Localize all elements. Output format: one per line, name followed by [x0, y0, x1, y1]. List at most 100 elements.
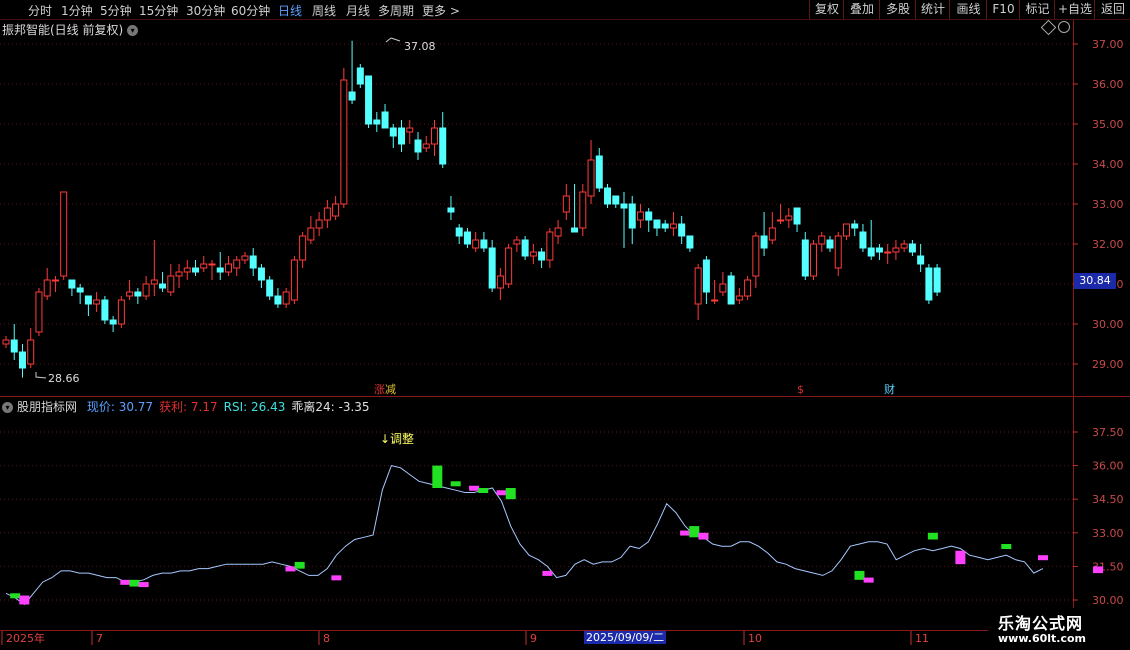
indicator-field-1: 获利: 7.17	[159, 400, 218, 414]
candle-body	[315, 219, 323, 229]
candle-body	[439, 127, 447, 165]
candle-body	[348, 91, 356, 101]
candle-body	[480, 239, 488, 249]
candle-body	[406, 127, 414, 133]
candle-body	[777, 219, 785, 222]
candle-body	[447, 207, 455, 213]
indicator-marker	[955, 550, 966, 565]
candle-body	[373, 119, 381, 125]
candle-body	[818, 235, 826, 245]
candlestick-chart[interactable]: 37.0036.0035.0034.0033.0032.0031.0030.00…	[0, 0, 1130, 650]
indicator-marker	[294, 561, 305, 569]
candle-body	[678, 223, 686, 237]
candle-body	[134, 291, 142, 297]
event-marker: $	[797, 383, 804, 396]
candle-body	[571, 227, 579, 233]
x-axis-label: 11	[915, 632, 929, 645]
y-tick-label: 32.00	[1092, 238, 1124, 251]
y-tick-label: 34.00	[1092, 158, 1124, 171]
candle-body	[834, 235, 842, 269]
indicator-field-3: 乖离24: -3.35	[291, 400, 370, 414]
candle-body	[266, 279, 274, 297]
candle-body	[694, 267, 702, 305]
candle-body	[892, 247, 900, 253]
indicator-marker	[496, 490, 507, 496]
indicator-marker	[927, 532, 938, 540]
event-marker: 财	[884, 382, 895, 396]
candle-body	[653, 219, 661, 229]
candle-body	[620, 203, 628, 209]
candle-body	[884, 251, 892, 254]
indicator-field-0: 现价: 30.77	[86, 400, 154, 414]
indicator-name: 股朋指标网	[17, 400, 78, 414]
candle-body	[35, 291, 43, 333]
candle-body	[719, 283, 727, 293]
indicator-y-label: 33.00	[1092, 527, 1124, 540]
indicator-marker	[469, 485, 480, 491]
candle-body	[356, 67, 364, 85]
candle-body	[159, 283, 167, 289]
crosshair-date: 2025/09/09/二	[584, 631, 667, 644]
candle-body	[2, 339, 10, 345]
current-price-tag: 30.84	[1074, 273, 1116, 289]
candle-body	[290, 259, 298, 301]
indicator-marker	[331, 575, 342, 581]
chevron-down-icon[interactable]: ▾	[2, 402, 13, 413]
candle-body	[43, 279, 51, 297]
candle-body	[908, 243, 916, 253]
candle-body	[859, 231, 867, 249]
candle-body	[661, 223, 669, 229]
indicator-marker	[1038, 555, 1048, 561]
candle-body	[68, 279, 76, 289]
candle-body	[496, 275, 504, 289]
candle-body	[27, 339, 35, 365]
candle-body	[645, 211, 653, 221]
y-tick-label: 36.00	[1092, 78, 1124, 91]
indicator-marker	[854, 570, 865, 580]
candle-body	[455, 227, 463, 237]
x-axis-label: 10	[748, 632, 762, 645]
candle-body	[768, 227, 776, 241]
indicator-y-label: 36.00	[1092, 460, 1124, 473]
indicator-line	[5, 465, 1044, 606]
candle-body	[216, 267, 224, 273]
candle-body	[381, 111, 389, 129]
indicator-field-2: RSI: 26.43	[223, 400, 286, 414]
candle-body	[826, 239, 834, 249]
indicator-marker	[1093, 566, 1104, 574]
indicator-marker	[450, 481, 461, 487]
candle-body	[875, 247, 883, 253]
low-price-label: 28.66	[48, 372, 80, 385]
indicator-marker	[432, 465, 443, 488]
candle-body	[933, 267, 941, 293]
candle-body	[538, 251, 546, 261]
candle-body	[117, 299, 125, 325]
candle-body	[711, 299, 719, 302]
candle-body	[167, 275, 175, 293]
indicator-marker	[698, 532, 709, 540]
indicator-y-label: 30.00	[1092, 594, 1124, 607]
candle-body	[612, 195, 620, 205]
x-axis-label: 9	[530, 632, 537, 645]
candle-body	[142, 283, 150, 297]
indicator-marker	[505, 488, 516, 500]
candle-body	[307, 227, 315, 241]
y-tick-label: 33.00	[1092, 198, 1124, 211]
candle-body	[60, 191, 68, 277]
candle-body	[735, 295, 743, 301]
candle-body	[917, 255, 925, 265]
candle-body	[299, 235, 307, 261]
candle-body	[785, 215, 793, 221]
candle-body	[430, 127, 438, 145]
y-tick-label: 37.00	[1092, 38, 1124, 51]
candle-body	[727, 275, 735, 305]
candle-body	[702, 259, 710, 293]
candle-body	[744, 279, 752, 297]
candle-body	[595, 155, 603, 189]
candle-body	[84, 295, 92, 305]
indicator-marker	[478, 488, 489, 493]
candle-body	[793, 207, 801, 225]
y-tick-label: 29.00	[1092, 358, 1124, 371]
indicator-y-label: 34.50	[1092, 493, 1124, 506]
candle-body	[760, 235, 768, 249]
